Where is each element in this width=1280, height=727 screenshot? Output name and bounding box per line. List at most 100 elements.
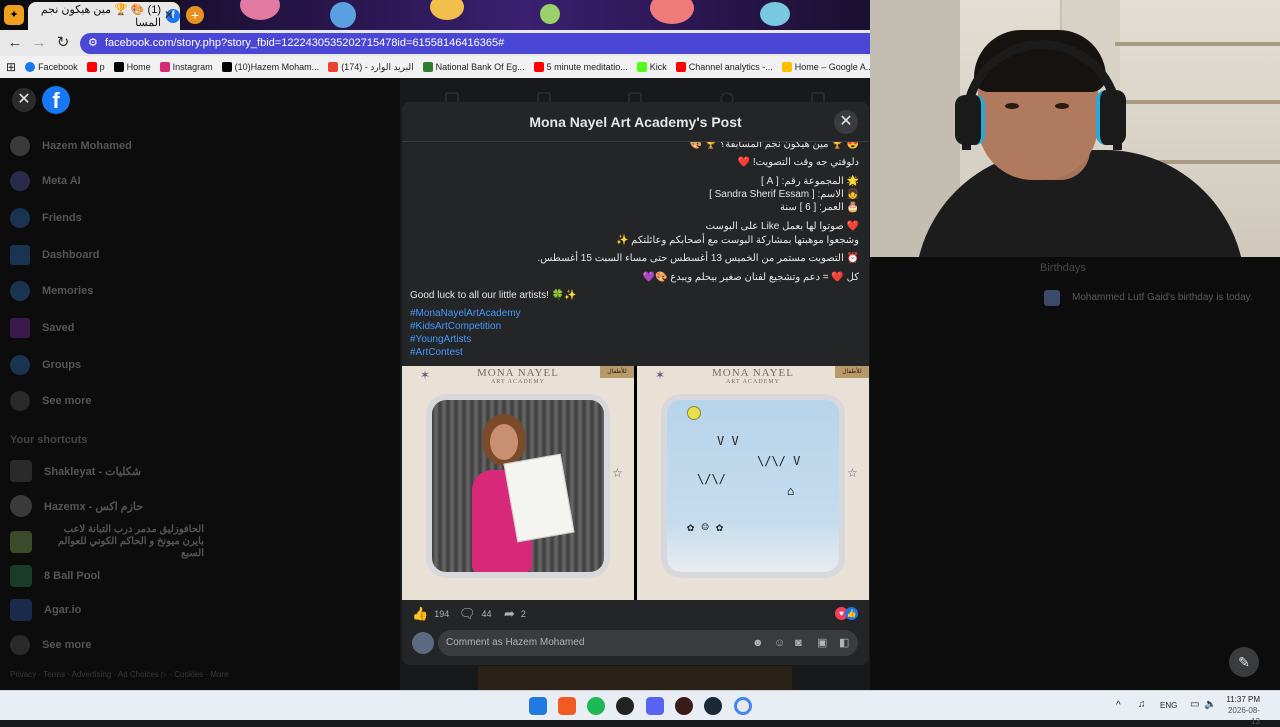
shortcut-avatar [10,599,32,621]
comment-button[interactable]: 🗨 44 [459,606,492,622]
hashtag-link[interactable]: #ArtContest [410,347,463,358]
tab-active[interactable]: f (1) 🎨 🏆 مين هيكون نجم المسا ✕ [28,2,180,30]
shortcut-item[interactable]: الحافوزليق مدمر درب التبانة لاعب بايرن م… [10,524,204,559]
clock[interactable]: 11:37 PM 2026-08-13 [1220,694,1260,727]
sidebar-item-saved[interactable]: Saved [10,314,74,342]
game-launcher-icon[interactable] [675,697,693,715]
share-icon: ➦ [504,606,515,621]
language-indicator[interactable]: ENG [1160,701,1177,710]
microphone-icon[interactable]: ♫ [1138,699,1146,710]
avatar [10,136,30,156]
camera-icon[interactable]: ◙ [795,630,802,656]
sidebar-item-memories[interactable]: Memories [10,277,93,305]
shortcut-avatar [10,565,32,587]
close-modal-button[interactable]: ✕ [834,110,858,134]
shortcut-item[interactable]: Shakleyat - شكليات [10,457,141,485]
obs-icon[interactable] [616,697,634,715]
brave-icon[interactable] [558,697,576,715]
avatar-sticker-icon[interactable]: ☻ [752,630,764,656]
post-line: ⏰ التصويت مستمر من الخميس 13 أغسطس حتى م… [537,253,859,264]
address-bar[interactable]: ⚙ facebook.com/story.php?story_fbid=1222… [80,33,870,54]
bookmark-nbe[interactable]: National Bank Of Eg... [422,62,525,72]
post-line: 🎂 العمر: [ 6 ] سنة [780,202,859,213]
sidebar-item-dashboard[interactable]: Dashboard [10,241,99,269]
post-image-drawing[interactable]: MONA NAYEL ART ACADEMY للأطفال ✶ ☆ V V \… [637,366,869,600]
post-image-photo[interactable]: MONA NAYEL ART ACADEMY للأطفال ✶ ☆ [402,366,634,600]
new-message-button[interactable]: ✎ [1229,647,1259,677]
site-info-icon[interactable]: ⚙ [88,33,98,54]
hashtag-link[interactable]: #YoungArtists [410,334,471,345]
sidebar-item-profile[interactable]: Hazem Mohamed [10,132,132,160]
browser-profile-button[interactable]: ✦ [4,5,24,25]
shortcut-item[interactable]: Hazemx - حازم اكس [10,492,143,520]
sidebar-item-see-more[interactable]: See more [10,387,92,415]
bookmark-kick[interactable]: Kick [636,62,667,72]
bookmark-meditation[interactable]: 5 minute meditatio... [533,62,628,72]
tiktok-icon [221,62,232,72]
close-tab-icon[interactable]: ✕ [164,8,174,22]
youtube-icon [675,62,686,72]
bookmark-instagram[interactable]: Instagram [159,62,213,72]
share-count: 2 [520,609,526,619]
close-icon[interactable]: ✕ [12,88,36,112]
emoji-icon[interactable]: ☺ [774,630,785,656]
post-line: ❤️ صوتوا لها بعمل Like على البوست [705,221,859,232]
apps-grid-icon[interactable]: ⊞ [6,60,16,74]
facebook-logo-icon[interactable]: f [42,86,70,114]
sticker-icon[interactable]: ◧ [839,630,849,656]
modal-header: Mona Nayel Art Academy's Post ✕ [402,102,869,142]
comment-input[interactable]: Comment as Hazem Mohamed ☻ ☺ ◙ ▣ ◧ [438,630,858,656]
chevron-down-icon [10,391,30,411]
image-ribbon: للأطفال [600,366,634,378]
bookmark-tiktok[interactable]: (10)Hazem Moham... [221,62,319,72]
network-icon[interactable]: ▭ [1190,699,1199,710]
back-icon[interactable]: ← [5,34,25,52]
bookmark-home[interactable]: Home [113,62,151,72]
bookmark-p[interactable]: p [86,62,105,72]
tab-bar-background-art [180,0,870,30]
steam-icon[interactable] [704,697,722,715]
chrome-icon[interactable] [734,697,752,715]
forward-icon[interactable]: → [29,34,49,52]
bookmark-google-ads[interactable]: Home – Google A... [781,62,870,72]
post-line: 👧 الاسم: [ Sandra Sherif Essam ] [709,189,859,200]
birthdays-heading: Birthdays [1040,262,1086,274]
gif-icon[interactable]: ▣ [817,630,827,656]
post-images: MONA NAYEL ART ACADEMY للأطفال ✶ ☆ MONA … [402,366,869,600]
youtube-icon [86,62,97,72]
discord-icon[interactable] [646,697,664,715]
groups-icon [10,355,30,375]
hashtag-link[interactable]: #MonaNayelArtAcademy [410,308,521,319]
bookmarks-bar: ⊞ Facebook p Home Instagram (10)Hazem Mo… [0,56,870,78]
share-button[interactable]: ➦ 2 [504,606,526,622]
bookmark-facebook[interactable]: Facebook [25,62,78,72]
reload-icon[interactable]: ↻ [53,34,73,52]
hashtag-link[interactable]: #KidsArtCompetition [410,321,501,332]
taskbar: ^ ♫ ENG ▭ 🔈 11:37 PM 2026-08-13 [0,690,1280,726]
chevron-down-icon [10,635,30,655]
spotify-icon[interactable] [587,697,605,715]
dashboard-icon [10,245,30,265]
google-ads-icon [781,62,792,72]
bookmark-gmail[interactable]: (174) - البريد الوارد [328,62,414,73]
comment-icon: 🗨 [459,606,476,621]
shortcut-see-more[interactable]: See more [10,631,92,659]
birthday-text[interactable]: Mohammed Lutf Gaid's birthday is today. [1072,292,1253,303]
like-button[interactable]: 👍 194 [412,606,449,622]
shortcut-avatar [10,531,32,553]
shortcut-item[interactable]: 8 Ball Pool [10,562,100,590]
post-text: 😍 🏆 مين هيكون نجم المسابقة؟ 🏆 🎨 دلوقتي ج… [402,138,869,366]
windows-start-icon[interactable] [529,697,547,715]
post-modal: Mona Nayel Art Academy's Post ✕ 😍 🏆 مين … [402,102,869,665]
sidebar-item-friends[interactable]: Friends [10,204,82,232]
bookmark-channel-analytics[interactable]: Channel analytics -... [675,62,773,72]
sidebar-item-groups[interactable]: Groups [10,351,81,379]
chevron-up-icon[interactable]: ^ [1116,700,1121,711]
comment-placeholder: Comment as Hazem Mohamed [446,637,585,648]
sidebar-item-meta-ai[interactable]: Meta AI [10,167,81,195]
gift-icon [1044,290,1060,306]
shortcut-item[interactable]: Agar.io [10,596,81,624]
new-tab-button[interactable]: + [186,6,204,24]
bookmark-icon [10,318,30,338]
volume-icon[interactable]: 🔈 [1204,699,1216,710]
